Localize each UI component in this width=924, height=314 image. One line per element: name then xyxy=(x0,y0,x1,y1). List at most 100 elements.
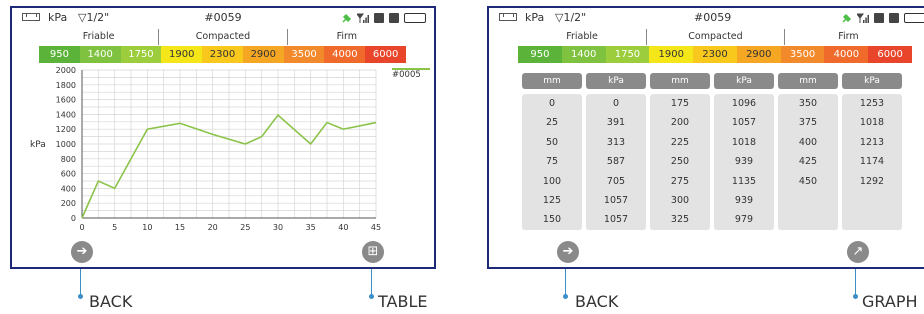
table-column: mm 0 25 50 75 100 125 150 xyxy=(522,73,582,230)
y-tick-label: 200 xyxy=(61,199,76,208)
callout-back: BACK xyxy=(575,292,619,311)
table-cell: 125 xyxy=(542,194,562,206)
zone-firm: Firm xyxy=(783,29,912,45)
table-cell: 1096 xyxy=(731,98,757,109)
table-cell: 939 xyxy=(734,156,754,168)
table-cell: 350 xyxy=(798,98,818,109)
table-cell: 1213 xyxy=(859,136,885,148)
y-tick-label: 0 xyxy=(71,214,76,223)
table-cell: 375 xyxy=(798,117,818,129)
table-column: kPa 0 391 313 587 705 1057 1057 xyxy=(586,73,646,230)
status-bar: kPa ▽1/2" #0059 xyxy=(489,8,924,28)
record-id: #0059 xyxy=(204,11,242,24)
graph-screen: kPa ▽1/2" #0059 Friable Compacted Firm 9… xyxy=(10,6,436,269)
table-cell: 979 xyxy=(734,214,754,226)
compaction-zones: Friable Compacted Firm 950 1400 1750 190… xyxy=(518,29,913,63)
zone-value: 950 xyxy=(518,46,562,63)
zone-value: 3500 xyxy=(283,46,325,63)
zone-value: 2300 xyxy=(202,46,243,63)
y-tick-label: 1200 xyxy=(56,125,76,134)
x-tick-label: 30 xyxy=(273,223,283,232)
back-button[interactable]: ➔ xyxy=(557,241,579,263)
table-screen: kPa ▽1/2" #0059 Friable Compacted Firm 9… xyxy=(487,6,924,269)
table-column-body: 1253 1018 1213 1174 1292 xyxy=(842,94,902,230)
callout-line xyxy=(565,269,566,296)
table-cell: 1018 xyxy=(731,136,757,148)
save-icon xyxy=(389,13,399,23)
graph-view-button[interactable]: ↗ xyxy=(847,241,869,263)
zone-value: 950 xyxy=(39,46,80,63)
table-cell: 325 xyxy=(670,214,690,226)
x-tick-label: 25 xyxy=(240,223,250,232)
ruler-icon xyxy=(499,13,517,21)
table-cell: 1174 xyxy=(859,156,885,168)
y-tick-label: 1000 xyxy=(56,140,76,149)
compaction-zones: Friable Compacted Firm 950 1400 1750 190… xyxy=(39,29,407,63)
zone-value: 6000 xyxy=(868,46,913,63)
y-tick-label: 800 xyxy=(61,155,76,164)
cone-tip-label: ▽1/2" xyxy=(555,11,587,24)
callout-dot xyxy=(369,294,374,299)
zone-value: 4000 xyxy=(824,46,869,63)
callout-line xyxy=(371,269,372,296)
callout-dot xyxy=(78,294,83,299)
zone-value: 1750 xyxy=(120,46,162,63)
table-header: mm xyxy=(778,73,838,89)
record-id: #0059 xyxy=(694,11,732,24)
table-view-button[interactable]: ⊞ xyxy=(362,241,384,263)
table-column-body: 1096 1057 1018 939 1135 939 979 xyxy=(714,94,774,230)
cone-tip-label: ▽1/2" xyxy=(78,11,110,24)
callout-graph: GRAPH xyxy=(862,292,918,311)
zone-values-bar: 950 1400 1750 1900 2300 2900 3500 4000 6… xyxy=(518,46,913,63)
zone-compacted: Compacted xyxy=(646,29,784,45)
unit-label: kPa xyxy=(525,11,545,24)
zone-value: 1750 xyxy=(605,46,650,63)
table-cell: 313 xyxy=(606,136,626,148)
y-tick-label: 400 xyxy=(61,184,76,193)
table-cell: 425 xyxy=(798,156,818,168)
zone-firm: Firm xyxy=(286,29,406,45)
x-tick-label: 5 xyxy=(112,223,117,232)
x-tick-label: 0 xyxy=(79,223,84,232)
signal-icon xyxy=(857,13,869,23)
y-tick-label: 1800 xyxy=(56,81,76,90)
sd-card-icon xyxy=(874,13,884,23)
table-cell: 391 xyxy=(606,117,626,129)
battery-icon xyxy=(404,13,426,23)
table-cell: 275 xyxy=(670,175,690,187)
table-cell: 450 xyxy=(798,175,818,187)
zone-value: 2900 xyxy=(242,46,284,63)
x-tick-label: 20 xyxy=(208,223,218,232)
y-axis-label: kPa xyxy=(30,140,46,150)
table-cell: 300 xyxy=(670,194,690,206)
table-header: mm xyxy=(650,73,710,89)
table-cell: 1135 xyxy=(731,175,757,187)
table-cell: 1018 xyxy=(859,117,885,129)
table-cell: 587 xyxy=(606,156,626,168)
table-cell: 150 xyxy=(542,214,562,226)
table-cell: 1253 xyxy=(859,98,885,109)
save-icon xyxy=(889,13,899,23)
unit-label: kPa xyxy=(48,11,68,24)
zone-value: 2900 xyxy=(736,46,781,63)
table-cell: 1057 xyxy=(603,194,629,206)
table-cell: 0 xyxy=(612,98,620,109)
y-tick-label: 1600 xyxy=(56,96,76,105)
ruler-icon xyxy=(22,13,40,21)
legend-label: #0005 xyxy=(392,70,421,80)
status-bar: kPa ▽1/2" #0059 xyxy=(12,8,434,28)
x-tick-label: 40 xyxy=(338,223,348,232)
table-cell: 50 xyxy=(545,136,559,148)
satellite-icon xyxy=(842,13,852,23)
satellite-icon xyxy=(342,13,352,23)
zone-value: 1900 xyxy=(161,46,203,63)
zone-values-bar: 950 1400 1750 1900 2300 2900 3500 4000 6… xyxy=(39,46,407,63)
table-cell: 0 xyxy=(548,98,556,109)
table-header: mm xyxy=(522,73,582,89)
table-column-body: 0 25 50 75 100 125 150 xyxy=(522,94,582,230)
y-tick-label: 2000 xyxy=(56,66,76,75)
back-button[interactable]: ➔ xyxy=(71,241,93,263)
x-tick-label: 35 xyxy=(306,223,316,232)
signal-icon xyxy=(357,13,369,23)
callout-dot xyxy=(563,294,568,299)
